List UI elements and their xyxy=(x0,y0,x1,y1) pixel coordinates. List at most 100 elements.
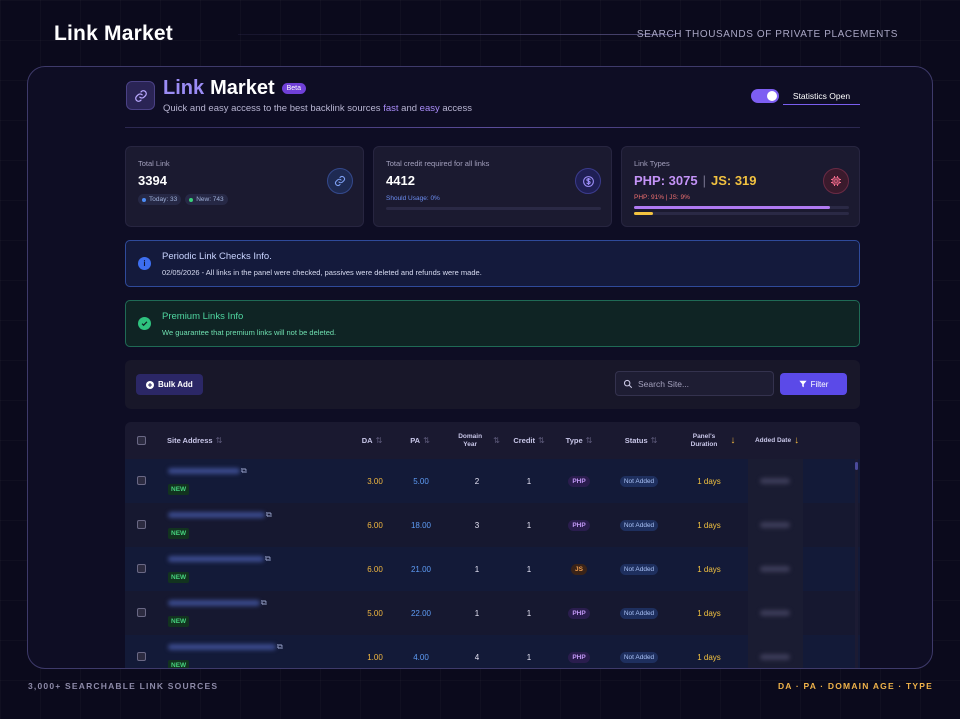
added-date-cell xyxy=(748,459,803,503)
status-badge: Not Added xyxy=(619,475,659,487)
today-badge: Today: 33 xyxy=(138,194,182,205)
col-pa[interactable]: PA ⇅ xyxy=(405,422,435,459)
beta-badge: Beta xyxy=(281,83,307,94)
row-checkbox[interactable] xyxy=(137,608,146,617)
app-subtitle: Quick and easy access to the best backli… xyxy=(163,103,472,114)
duration-value: 1 days xyxy=(697,520,721,530)
credit-usage: Should Usage: 0% xyxy=(386,195,440,202)
app-window: Link Market Beta Quick and easy access t… xyxy=(27,66,933,669)
status-badge: Not Added xyxy=(619,651,659,663)
link-icon xyxy=(134,89,147,102)
type-cell: JS xyxy=(561,547,597,591)
col-domain-year-line1: Domain xyxy=(458,432,483,440)
status-cell: Not Added xyxy=(613,503,665,547)
col-da[interactable]: DA ⇅ xyxy=(357,422,387,459)
col-domain-year-label: Domain Year xyxy=(458,433,482,449)
table-row[interactable]: ⧉ NEW 6.00 18.00 3 1 PHP Not Added 1 days xyxy=(125,503,860,547)
external-link-icon[interactable]: ⧉ xyxy=(265,554,271,564)
table-row[interactable]: ⧉ NEW 3.00 5.00 2 1 PHP Not Added 1 days xyxy=(125,459,860,503)
premium-info-text: We guarantee that premium links will not… xyxy=(162,328,337,337)
search-input[interactable] xyxy=(638,375,768,392)
filter-button[interactable]: Filter xyxy=(780,373,847,395)
table-row[interactable]: ⧉ NEW 1.00 4.00 4 1 PHP Not Added 1 days xyxy=(125,635,860,668)
type-cell: PHP xyxy=(561,459,597,503)
new-dot xyxy=(189,197,194,202)
table-row[interactable]: ⧉ NEW 5.00 22.00 1 1 PHP Not Added 1 days xyxy=(125,591,860,635)
site-address-link[interactable] xyxy=(168,512,265,518)
search-icon xyxy=(623,379,633,389)
row-checkbox[interactable] xyxy=(137,564,146,573)
col-type-label: Type xyxy=(565,436,583,445)
credit-icon-badge xyxy=(575,168,601,194)
site-address-link[interactable] xyxy=(168,468,240,474)
credit-value: 4412 xyxy=(386,173,415,188)
type-badge: JS xyxy=(571,563,587,575)
added-date-value xyxy=(760,478,790,484)
types-percentages: PHP: 91% | JS: 9% xyxy=(634,194,690,201)
select-all-checkbox[interactable] xyxy=(137,436,146,445)
bulk-add-button[interactable]: Bulk Add xyxy=(136,374,203,395)
page-title: Link Market xyxy=(54,22,173,45)
external-link-icon[interactable]: ⧉ xyxy=(277,642,283,652)
today-text: Today: 33 xyxy=(149,196,178,203)
new-badge: NEW xyxy=(168,572,190,583)
js-count: JS: 319 xyxy=(710,173,757,188)
row-checkbox[interactable] xyxy=(137,652,146,661)
table-scrollbar[interactable] xyxy=(855,459,858,668)
col-panel-duration[interactable]: Panel's Duration ↓ xyxy=(685,422,741,459)
total-link-icon-badge xyxy=(327,168,353,194)
added-date-value xyxy=(760,654,790,660)
statistics-toggle[interactable] xyxy=(751,89,779,103)
scrollbar-thumb[interactable] xyxy=(855,462,858,470)
site-address-link[interactable] xyxy=(168,644,276,650)
row-checkbox[interactable] xyxy=(137,520,146,529)
page-tagline: SEARCH THOUSANDS OF PRIVATE PLACEMENTS xyxy=(636,29,898,40)
pa-value: 22.00 xyxy=(410,608,432,618)
credit-value: 1 xyxy=(526,520,532,530)
toolbar: Bulk Add Filter xyxy=(125,360,860,409)
domain-year-value: 3 xyxy=(474,520,480,530)
sort-icon: ⇅ xyxy=(650,436,658,445)
today-dot xyxy=(142,197,146,202)
sort-desc-icon: ↓ xyxy=(730,434,736,446)
status-badge: Not Added xyxy=(619,607,659,619)
da-value: 5.00 xyxy=(367,608,383,618)
external-link-icon[interactable]: ⧉ xyxy=(261,598,267,608)
site-address-link[interactable] xyxy=(168,556,264,562)
type-badge: PHP xyxy=(568,519,590,531)
credit-value: 1 xyxy=(526,564,532,574)
status-cell: Not Added xyxy=(613,635,665,668)
site-address-link[interactable] xyxy=(168,600,260,606)
external-link-icon[interactable]: ⧉ xyxy=(266,510,272,520)
external-link-icon[interactable]: ⧉ xyxy=(241,466,247,476)
col-added-label: Added Date xyxy=(754,436,792,444)
table-header: Site Address ⇅ DA ⇅ PA ⇅ Domain Year ⇅ Credit… xyxy=(125,422,860,459)
added-date-cell xyxy=(748,635,803,668)
pa-value: 21.00 xyxy=(410,564,432,574)
col-type[interactable]: Type ⇅ xyxy=(561,422,597,459)
col-domain-year[interactable]: Domain Year ⇅ xyxy=(455,422,503,459)
periodic-info-text: 02/05/2026 - All links in the panel were… xyxy=(162,268,482,277)
table-row[interactable]: ⧉ NEW 6.00 21.00 1 1 JS Not Added 1 days xyxy=(125,547,860,591)
link-types-card: Link Types PHP: 3075 | JS: 319 PHP: 91% … xyxy=(621,146,860,227)
sort-icon: ⇅ xyxy=(215,436,223,445)
filter-label: Filter xyxy=(810,379,829,389)
col-added-date[interactable]: Added Date ↓ xyxy=(751,422,803,459)
sort-icon: ⇅ xyxy=(493,435,500,445)
col-status[interactable]: Status ⇅ xyxy=(618,422,664,459)
col-site-address[interactable]: Site Address ⇅ xyxy=(167,422,247,459)
credit-usage-bar xyxy=(386,207,601,210)
pa-value: 5.00 xyxy=(413,476,429,486)
da-value: 3.00 xyxy=(367,476,383,486)
periodic-checks-info: i Periodic Link Checks Info. 02/05/2026 … xyxy=(125,240,860,287)
link-icon xyxy=(334,175,346,187)
statistics-open-tab[interactable]: Statistics Open xyxy=(783,88,860,105)
new-text: New: 743 xyxy=(196,196,224,203)
total-link-card: Total Link 3394 Today: 33 New: 743 xyxy=(125,146,364,227)
col-domain-year-line2: Year xyxy=(463,440,478,448)
type-cell: PHP xyxy=(561,591,597,635)
col-credit[interactable]: Credit ⇅ xyxy=(509,422,549,459)
row-checkbox[interactable] xyxy=(137,476,146,485)
pa-value: 4.00 xyxy=(413,652,429,662)
app-title: Link Market Beta xyxy=(163,77,307,100)
